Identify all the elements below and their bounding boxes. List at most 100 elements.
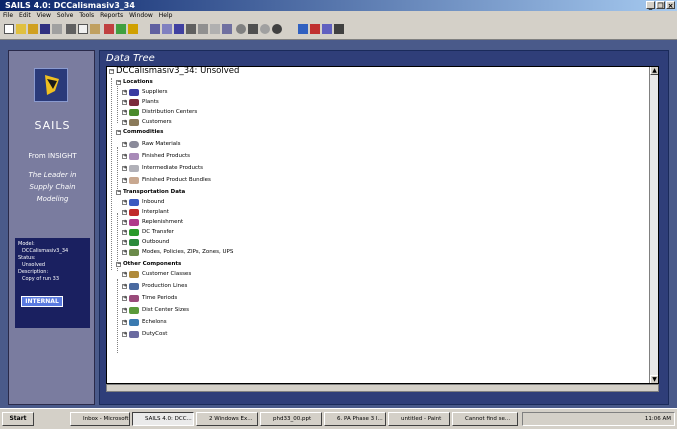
scroll-down-icon[interactable]: ▼ <box>650 375 658 383</box>
tree-item-outbound[interactable]: + Outbound <box>122 238 169 246</box>
expand-icon[interactable]: + <box>122 109 127 115</box>
expand-icon[interactable]: + <box>122 153 127 159</box>
expand-icon[interactable]: + <box>122 283 127 289</box>
menu-solve[interactable]: Solve <box>54 11 76 21</box>
expand-icon[interactable]: + <box>122 249 127 255</box>
flag-icon[interactable] <box>310 24 320 34</box>
expand-icon[interactable]: + <box>122 199 127 205</box>
expand-icon[interactable]: + <box>122 331 127 337</box>
menu-help[interactable]: Help <box>156 11 176 21</box>
paste-icon[interactable] <box>90 24 100 34</box>
search-icon[interactable] <box>260 24 270 34</box>
section-other-components[interactable]: − Other Components <box>116 260 181 268</box>
task-ppt[interactable]: phd33_00.ppt <box>260 412 322 426</box>
task-pa-phase[interactable]: 6. PA Phase 3 I... <box>324 412 386 426</box>
expand-icon[interactable]: + <box>122 165 127 171</box>
collapse-icon[interactable]: − <box>116 79 121 85</box>
tree-item-intermediate-products[interactable]: + Intermediate Products <box>122 164 203 172</box>
collapse-icon[interactable]: − <box>116 189 121 195</box>
menu-window[interactable]: Window <box>126 11 156 21</box>
task-paint[interactable]: untitled - Paint <box>388 412 450 426</box>
menu-reports[interactable]: Reports <box>97 11 126 21</box>
close-icon[interactable]: × <box>666 1 675 10</box>
sort-icon[interactable] <box>186 24 196 34</box>
expand-icon[interactable]: + <box>122 177 127 183</box>
tree-item-replenishment[interactable]: + Replenishment <box>122 218 183 226</box>
table-icon[interactable] <box>162 24 172 34</box>
tree-item-dist-center-sizes[interactable]: + Dist Center Sizes <box>122 306 189 314</box>
menu-tools[interactable]: Tools <box>76 11 97 21</box>
vertical-scrollbar[interactable]: ▲ ▼ <box>649 67 658 383</box>
expand-icon[interactable]: + <box>122 295 127 301</box>
tree-item-echelons[interactable]: + Echelons <box>122 318 167 326</box>
expand-icon[interactable]: + <box>122 219 127 225</box>
tree-item-inbound[interactable]: + Inbound <box>122 198 164 206</box>
tree-item-modes-policies[interactable]: + Modes, Policies, ZIPs, Zones, UPS <box>122 248 233 256</box>
tree-item-customers[interactable]: + Customers <box>122 118 172 126</box>
new-icon[interactable] <box>4 24 14 34</box>
map-icon[interactable] <box>222 24 232 34</box>
collapse-icon[interactable]: − <box>116 129 121 135</box>
tree-item-time-periods[interactable]: + Time Periods <box>122 294 177 302</box>
tree-item-distribution-centers[interactable]: + Distribution Centers <box>122 108 197 116</box>
restore-icon[interactable]: ❐ <box>656 1 665 10</box>
cut-icon[interactable] <box>66 24 76 34</box>
filter-icon[interactable] <box>198 24 208 34</box>
collapse-icon[interactable]: − <box>116 261 121 267</box>
section-transportation-data[interactable]: − Transportation Data <box>116 188 185 196</box>
start-button[interactable]: Start <box>2 412 34 426</box>
menu-file[interactable]: File <box>0 11 16 21</box>
solve-icon[interactable] <box>104 24 114 34</box>
info-icon[interactable] <box>272 24 282 34</box>
run-icon[interactable] <box>116 24 126 34</box>
tree-item-finished-product-bundles[interactable]: + Finished Product Bundles <box>122 176 211 184</box>
save-icon[interactable] <box>40 24 50 34</box>
internal-button[interactable]: INTERNAL <box>21 296 63 307</box>
section-locations[interactable]: − Locations <box>116 78 153 86</box>
open-folder-icon[interactable] <box>16 24 26 34</box>
menu-view[interactable]: View <box>34 11 54 21</box>
expand-icon[interactable]: + <box>122 99 127 105</box>
task-cannot-find[interactable]: Cannot find se... <box>452 412 518 426</box>
tree-item-raw-materials[interactable]: + Raw Materials <box>122 140 181 148</box>
expand-icon[interactable]: + <box>122 239 127 245</box>
tree-item-dc-transfer[interactable]: + DC Transfer <box>122 228 174 236</box>
globe-icon[interactable] <box>236 24 246 34</box>
chart-icon[interactable] <box>174 24 184 34</box>
list-icon[interactable] <box>210 24 220 34</box>
tree-item-production-lines[interactable]: + Production Lines <box>122 282 187 290</box>
tree-item-finished-products[interactable]: + Finished Products <box>122 152 190 160</box>
expand-icon[interactable]: + <box>122 271 127 277</box>
grid-icon[interactable] <box>150 24 160 34</box>
menu-edit[interactable]: Edit <box>16 11 34 21</box>
section-commodities[interactable]: − Commodities <box>116 128 163 136</box>
task-sails[interactable]: SAILS 4.0: DCC... <box>132 412 194 426</box>
minimize-icon[interactable]: _ <box>646 1 655 10</box>
expand-icon[interactable]: + <box>122 141 127 147</box>
arrow-icon[interactable] <box>298 24 308 34</box>
expand-icon[interactable]: + <box>122 319 127 325</box>
tree-item-customer-classes[interactable]: + Customer Classes <box>122 270 191 278</box>
expand-icon[interactable]: + <box>122 89 127 95</box>
task-inbox[interactable]: Inbox - Microsoft ... <box>70 412 130 426</box>
task-windows-explorer[interactable]: 2 Windows Ex... <box>196 412 258 426</box>
tree-root[interactable]: − DCCalismasiv3_34: Unsolved <box>109 67 239 75</box>
expand-icon[interactable]: + <box>122 119 127 125</box>
folder-icon[interactable] <box>28 24 38 34</box>
zoom-icon[interactable] <box>248 24 258 34</box>
horizontal-scrollbar[interactable] <box>106 384 659 392</box>
tree-item-suppliers[interactable]: + Suppliers <box>122 88 168 96</box>
expand-icon[interactable]: + <box>122 229 127 235</box>
tree-item-interplant[interactable]: + Interplant <box>122 208 169 216</box>
print-icon[interactable] <box>52 24 62 34</box>
scroll-up-icon[interactable]: ▲ <box>650 67 658 75</box>
collapse-icon[interactable]: − <box>109 68 114 74</box>
copy-icon[interactable] <box>78 24 88 34</box>
expand-icon[interactable]: + <box>122 307 127 313</box>
expand-icon[interactable]: + <box>122 209 127 215</box>
tree-item-dutycost[interactable]: + DutyCost <box>122 330 167 338</box>
money-icon[interactable] <box>128 24 138 34</box>
tree-item-plants[interactable]: + Plants <box>122 98 159 106</box>
lines-icon[interactable] <box>334 24 344 34</box>
report-icon[interactable] <box>322 24 332 34</box>
